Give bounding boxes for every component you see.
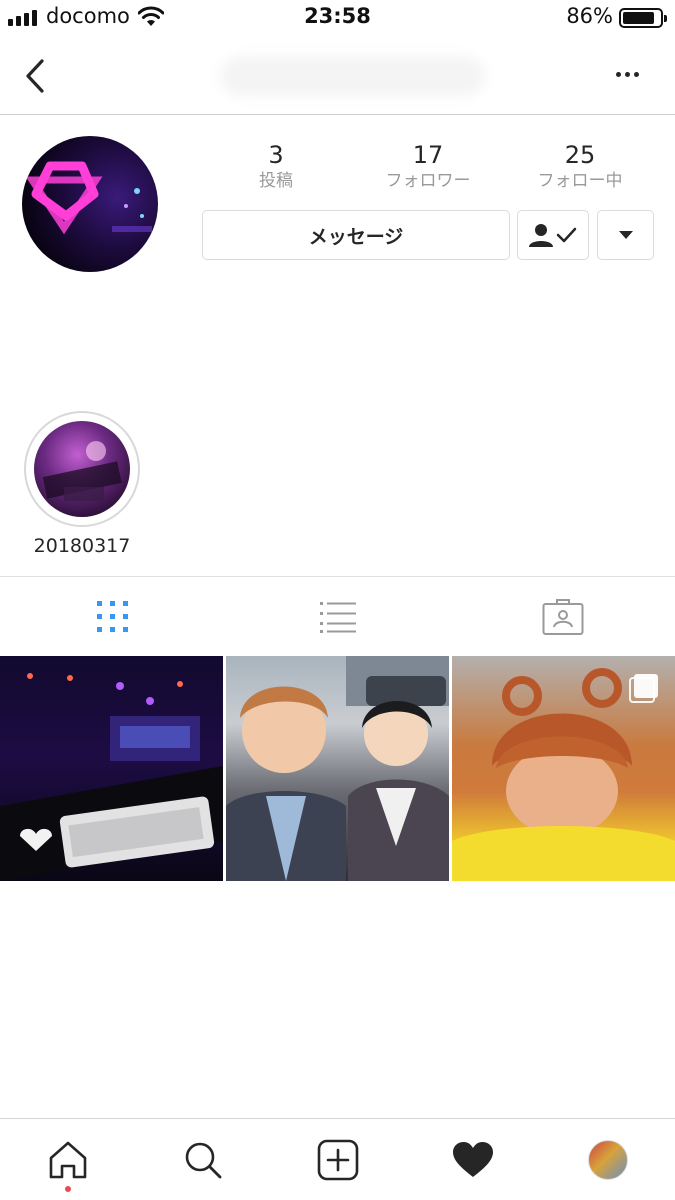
followers-label: フォロワー bbox=[385, 171, 471, 191]
battery-level bbox=[623, 12, 654, 24]
stat-posts[interactable]: 3 投稿 bbox=[200, 140, 352, 192]
notification-dot bbox=[64, 1186, 71, 1192]
carousel-icon bbox=[664, 668, 665, 669]
post-thumbnail[interactable] bbox=[0, 656, 223, 881]
battery-percent: 86% bbox=[566, 4, 613, 28]
nav-search[interactable] bbox=[135, 1119, 270, 1200]
post-grid bbox=[0, 656, 675, 881]
stat-following[interactable]: 25 フォロー中 bbox=[504, 140, 656, 192]
post-thumbnail[interactable] bbox=[226, 656, 449, 881]
tab-list[interactable] bbox=[225, 577, 450, 656]
plus-square-icon bbox=[317, 1139, 358, 1180]
message-button[interactable]: メッセージ bbox=[202, 210, 510, 260]
posts-count: 3 bbox=[268, 141, 284, 169]
following-label: フォロー中 bbox=[537, 171, 623, 191]
profile-tabs bbox=[0, 576, 675, 656]
suggestions-dropdown-button[interactable] bbox=[597, 210, 654, 260]
tab-grid[interactable] bbox=[0, 577, 225, 656]
home-icon bbox=[49, 1141, 86, 1178]
nav-home[interactable] bbox=[0, 1119, 135, 1200]
user-check-icon bbox=[529, 224, 577, 247]
followers-count: 17 bbox=[412, 141, 444, 169]
highlight-item[interactable] bbox=[24, 411, 140, 527]
status-bar: docomo 23:58 86% bbox=[0, 0, 675, 38]
following-count: 25 bbox=[564, 141, 596, 169]
highlight-label: 20180317 bbox=[33, 535, 131, 557]
username-title-redacted bbox=[220, 56, 485, 96]
tab-tagged[interactable] bbox=[450, 577, 675, 656]
battery-icon bbox=[619, 8, 667, 28]
nav-new-post[interactable] bbox=[270, 1119, 405, 1200]
stat-followers[interactable]: 17 フォロワー bbox=[352, 140, 504, 192]
post-thumbnail[interactable] bbox=[452, 656, 675, 881]
following-button[interactable] bbox=[517, 210, 589, 260]
profile-avatar[interactable] bbox=[22, 136, 158, 272]
star-logo-image bbox=[25, 161, 152, 235]
nav-activity[interactable] bbox=[405, 1119, 540, 1200]
triangle-down-icon bbox=[618, 231, 633, 239]
highlight-cover bbox=[34, 421, 130, 517]
nav-bar bbox=[0, 38, 675, 115]
search-icon bbox=[185, 1142, 221, 1178]
chevron-left-icon[interactable] bbox=[20, 56, 50, 96]
ellipsis-icon[interactable] bbox=[616, 72, 639, 77]
heart-icon bbox=[452, 1141, 493, 1177]
bottom-tab-bar bbox=[0, 1118, 675, 1200]
grid-icon bbox=[96, 600, 128, 632]
nav-profile[interactable] bbox=[540, 1119, 675, 1200]
list-icon bbox=[319, 601, 356, 633]
tagged-icon bbox=[542, 598, 583, 635]
posts-label: 投稿 bbox=[259, 171, 293, 191]
profile-stats: 3 投稿 17 フォロワー 25 フォロー中 bbox=[200, 140, 656, 192]
avatar-icon bbox=[587, 1139, 628, 1180]
